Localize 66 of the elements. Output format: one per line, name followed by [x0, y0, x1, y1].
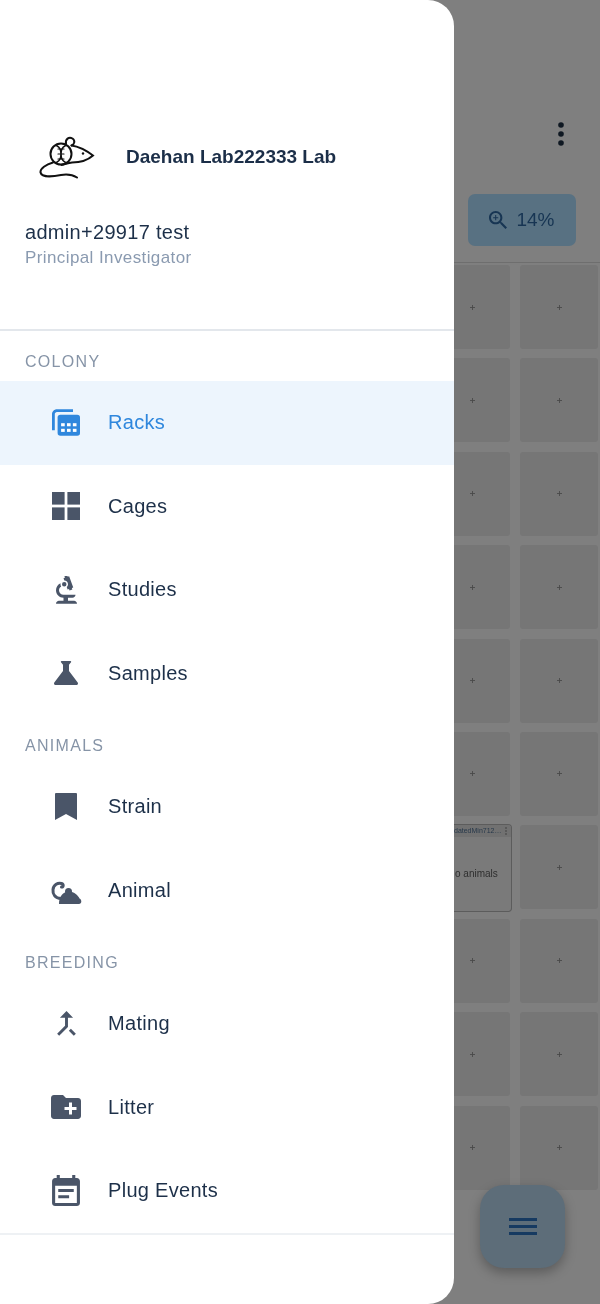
plus-icon — [470, 584, 475, 590]
rack-slot[interactable] — [454, 731, 510, 816]
plus-icon — [470, 958, 475, 964]
mouse-logo-icon — [37, 135, 95, 179]
section-heading: ANIMALS — [24, 736, 106, 756]
plus-icon — [470, 1051, 475, 1057]
rack-slot[interactable] — [520, 358, 598, 443]
zoom-in-icon — [489, 211, 508, 229]
plus-icon — [556, 1145, 562, 1150]
rack-slot[interactable] — [520, 1105, 598, 1190]
plus-icon — [556, 397, 562, 403]
rack-slot[interactable] — [454, 545, 510, 630]
plus-icon — [470, 771, 475, 777]
nav-item[interactable]: Samples — [0, 631, 454, 715]
lab-name: Daehan Lab222333 Lab — [126, 146, 337, 168]
user-role: Principal Investigator — [25, 247, 192, 269]
rack-icon — [52, 409, 80, 437]
rack-slot[interactable] — [454, 358, 510, 443]
rack-slot[interactable] — [454, 1105, 510, 1190]
plus-icon — [470, 1145, 475, 1150]
plus-icon — [556, 958, 562, 964]
microscope-icon — [55, 575, 77, 604]
plus-icon — [470, 678, 475, 684]
rack-slot[interactable] — [520, 638, 598, 723]
plus-icon — [556, 771, 562, 777]
nav-item[interactable]: Strain — [0, 765, 454, 849]
section-heading: BREEDING — [24, 953, 120, 973]
bookmark-icon — [55, 793, 77, 821]
folder-plus-icon — [51, 1095, 81, 1120]
plus-icon — [470, 397, 475, 403]
nav-item[interactable]: Litter — [0, 1065, 454, 1149]
rack-slot[interactable] — [520, 1012, 598, 1097]
nav-item[interactable]: Studies — [0, 548, 454, 632]
plus-icon — [556, 1051, 562, 1057]
rack-slot[interactable] — [454, 265, 510, 349]
rack-slot[interactable] — [454, 918, 510, 1003]
merge-arrow-icon — [56, 1011, 76, 1037]
menu-icon — [508, 1218, 537, 1235]
rack-slot[interactable] — [520, 731, 598, 816]
cage-card-text: o animals — [454, 868, 499, 881]
nav-item[interactable]: Mating — [0, 982, 454, 1066]
plus-icon — [556, 304, 562, 310]
user-name: admin+29917 test — [25, 220, 190, 245]
rack-slot[interactable] — [454, 1012, 510, 1097]
more-icon — [558, 122, 564, 146]
calendar-icon — [52, 1175, 80, 1207]
rack-slot[interactable] — [454, 451, 510, 536]
rack-slot[interactable] — [454, 638, 510, 723]
rack-slot[interactable] — [520, 545, 598, 630]
rack-slot[interactable] — [520, 451, 598, 536]
plus-icon — [470, 491, 475, 497]
rack-slot[interactable] — [520, 265, 598, 349]
plus-icon — [556, 864, 562, 870]
rack-slot[interactable] — [520, 918, 598, 1003]
plus-icon — [556, 584, 562, 590]
section-heading: COLONY — [24, 352, 102, 372]
grid-icon — [52, 492, 80, 521]
plus-icon — [556, 491, 562, 497]
menu-button[interactable] — [480, 1185, 565, 1268]
rack-slot[interactable] — [520, 825, 598, 910]
nav-item[interactable]: Plug Events — [0, 1149, 454, 1233]
plus-icon — [556, 678, 562, 684]
plus-icon — [470, 304, 475, 310]
nav-item[interactable]: Cages — [0, 464, 454, 548]
flask-icon — [54, 661, 78, 686]
nav-item[interactable]: Animal — [0, 848, 454, 932]
